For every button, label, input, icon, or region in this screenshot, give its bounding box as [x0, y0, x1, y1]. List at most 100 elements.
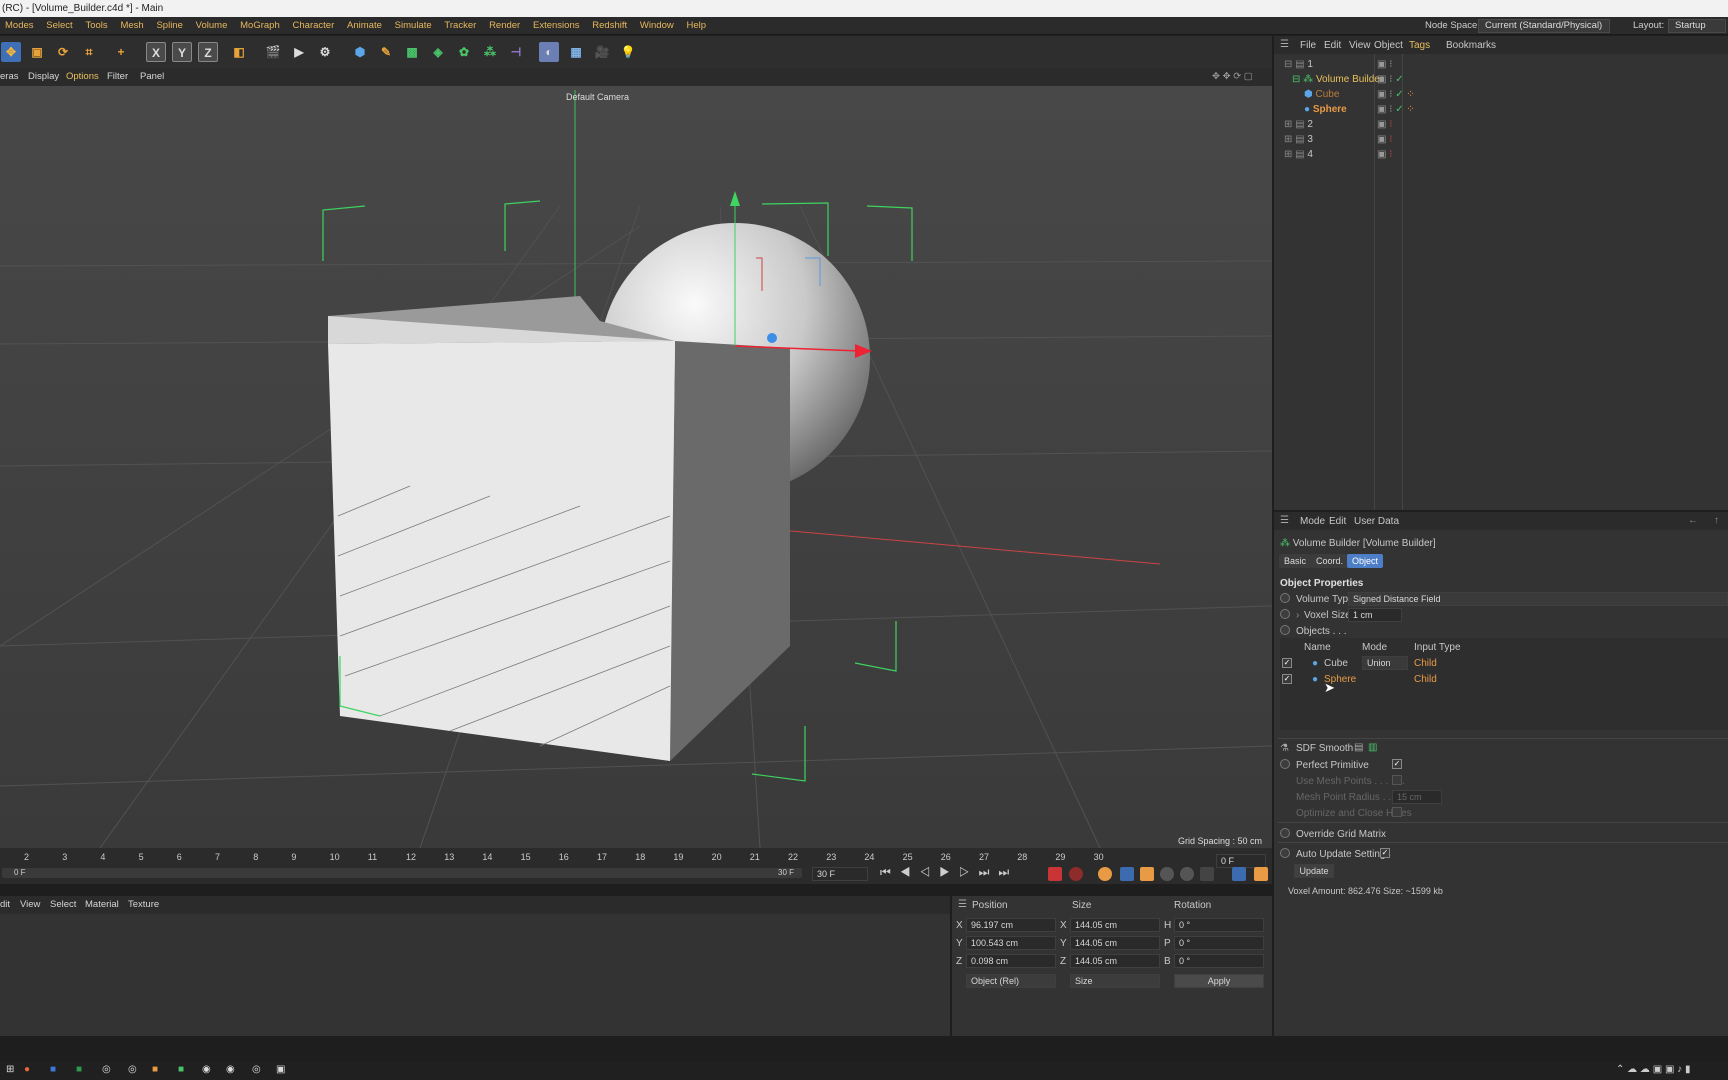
menu-extensions[interactable]: Extensions — [528, 17, 584, 35]
viewport-nav-icons[interactable]: ✥ ✥ ⟳ ▢ — [1212, 71, 1253, 82]
rotate-tool-icon[interactable]: ⟳ — [53, 42, 73, 62]
rot-b-field[interactable]: 0 ° — [1174, 954, 1264, 968]
excel-icon[interactable]: ■ — [76, 1064, 82, 1075]
cube-enabled-checkbox[interactable]: ✓ — [1282, 658, 1292, 668]
x-axis-lock-button[interactable]: X — [146, 42, 166, 62]
menu-modes[interactable]: Modes — [0, 17, 39, 35]
layout-select[interactable]: Startup — [1668, 19, 1726, 33]
auto-update-checkbox[interactable]: ✓ — [1380, 848, 1390, 858]
visibility-flags-icon[interactable]: ▣ ⁝ — [1377, 119, 1392, 130]
firefox-icon[interactable]: ● — [24, 1064, 30, 1075]
cube-object-icon[interactable]: ⬢ — [350, 42, 370, 62]
tab-coord[interactable]: Coord. — [1311, 554, 1349, 568]
material-menu-select[interactable]: Select — [50, 899, 76, 910]
light-icon[interactable]: 💡 — [618, 42, 638, 62]
coord-size-select[interactable]: Size — [1070, 974, 1160, 988]
object-row-layer-2[interactable]: ⊞ ▤ 2 — [1284, 119, 1313, 130]
timeline-tool-icon[interactable] — [1232, 867, 1246, 881]
back-arrow-icon[interactable]: ← — [1688, 515, 1698, 526]
visibility-flags-icon[interactable]: ▣ ⁝ ✓ — [1377, 74, 1404, 85]
viewport-menu-filter[interactable]: Filter — [107, 71, 128, 82]
update-button[interactable]: Update — [1294, 864, 1334, 878]
optimize-close-holes-checkbox[interactable] — [1392, 807, 1402, 817]
app-icon[interactable]: ■ — [178, 1064, 184, 1075]
om-menu-file[interactable]: File — [1300, 40, 1316, 51]
material-menu-view[interactable]: View — [20, 899, 40, 910]
visibility-flags-icon[interactable]: ▣ ⁝ ✓ ⁘ — [1377, 104, 1415, 115]
app-icon[interactable]: ▣ — [276, 1064, 285, 1075]
up-arrow-icon[interactable]: ↑ — [1714, 515, 1719, 526]
material-menu-texture[interactable]: Texture — [128, 899, 159, 910]
om-menu-bookmarks[interactable]: Bookmarks — [1446, 40, 1496, 51]
menu-character[interactable]: Character — [288, 17, 340, 35]
pen-spline-icon[interactable]: ✎ — [376, 42, 396, 62]
object-row-sphere[interactable]: ● Sphere — [1304, 104, 1347, 115]
coordinate-system-icon[interactable]: ◧ — [229, 42, 249, 62]
pos-x-field[interactable]: 96.197 cm — [966, 918, 1056, 932]
animate-auto-update-icon[interactable] — [1280, 848, 1290, 858]
render-picture-viewer-icon[interactable]: ▶ — [289, 42, 309, 62]
visibility-flags-icon[interactable]: ▣ ⁝ — [1377, 149, 1392, 160]
z-axis-lock-button[interactable]: Z — [198, 42, 218, 62]
app-icon[interactable]: ◉ — [202, 1064, 211, 1075]
visibility-flags-icon[interactable]: ▣ ⁝ ✓ ⁘ — [1377, 89, 1415, 100]
camera-icon[interactable]: 🎥 — [592, 42, 612, 62]
apply-button[interactable]: Apply — [1174, 974, 1264, 988]
visibility-flags-icon[interactable]: ▣ ⁝ — [1377, 59, 1392, 70]
object-row-volume-builder[interactable]: ⊟ ⁂ Volume Builder — [1292, 74, 1383, 85]
om-menu-object[interactable]: Object — [1374, 40, 1403, 51]
material-menu-material[interactable]: Material — [85, 899, 119, 910]
menu-redshift[interactable]: Redshift — [587, 17, 632, 35]
floor-icon[interactable]: ▦ — [566, 42, 586, 62]
material-menu-edit[interactable]: dit — [0, 899, 10, 910]
move-tool-icon[interactable]: ✥ — [1, 42, 21, 62]
key-rotation-icon[interactable] — [1160, 867, 1174, 881]
record-icon[interactable] — [1048, 867, 1062, 881]
volume-type-select[interactable]: Signed Distance Field — [1348, 592, 1728, 606]
3d-viewport[interactable]: Default Camera Grid Spacing : 50 cm — [0, 86, 1272, 848]
playback-controls[interactable]: ⏮◀◁▶▷⏭⏭ — [880, 865, 1018, 880]
menu-mograph[interactable]: MoGraph — [235, 17, 285, 35]
key-parameter-icon[interactable] — [1180, 867, 1194, 881]
perfect-primitive-checkbox[interactable]: ✓ — [1392, 759, 1402, 769]
menu-render[interactable]: Render — [484, 17, 525, 35]
animate-objects-icon[interactable] — [1280, 625, 1290, 635]
menu-volume[interactable]: Volume — [191, 17, 233, 35]
viewport-menu-cameras[interactable]: eras — [0, 71, 18, 82]
subdivision-generator-icon[interactable]: ▩ — [402, 42, 422, 62]
sdf-smooth-label[interactable]: SDF Smooth — [1296, 743, 1353, 754]
voxel-size-expand-icon[interactable]: › — [1296, 610, 1299, 621]
menu-mesh[interactable]: Mesh — [115, 17, 148, 35]
am-menu-mode[interactable]: Mode — [1300, 516, 1325, 527]
menu-spline[interactable]: Spline — [151, 17, 187, 35]
object-row-layer-4[interactable]: ⊞ ▤ 4 — [1284, 149, 1313, 160]
coord-mode-select[interactable]: Object (Rel) — [966, 974, 1056, 988]
om-menu-view[interactable]: View — [1349, 40, 1371, 51]
scale-tool-icon[interactable]: ▣ — [27, 42, 47, 62]
render-settings-icon[interactable]: ⚙ — [315, 42, 335, 62]
render-view-icon[interactable]: 🎬 — [263, 42, 283, 62]
cube-mode-select[interactable]: Union — [1362, 656, 1408, 670]
layer-icon[interactable]: ▤ — [1354, 742, 1363, 753]
am-menu-edit[interactable]: Edit — [1329, 516, 1346, 527]
mesh-point-radius-field[interactable]: 15 cm — [1392, 790, 1442, 804]
cinema4d-icon[interactable]: ◉ — [226, 1064, 235, 1075]
object-row-cube[interactable]: ⬢ Cube — [1304, 89, 1339, 100]
animate-volume-type-icon[interactable] — [1280, 593, 1290, 603]
menu-select[interactable]: Select — [41, 17, 77, 35]
object-row-layer-3[interactable]: ⊞ ▤ 3 — [1284, 134, 1313, 145]
live-select-icon[interactable]: + — [111, 42, 131, 62]
animate-perfect-primitive-icon[interactable] — [1280, 759, 1290, 769]
menu-tools[interactable]: Tools — [80, 17, 112, 35]
layer-green-icon[interactable]: ▥ — [1368, 742, 1377, 753]
windows-start-icon[interactable]: ⊞ — [6, 1064, 14, 1075]
menu-tracker[interactable]: Tracker — [439, 17, 481, 35]
illustrator-icon[interactable]: ■ — [152, 1064, 158, 1075]
sphere-enabled-checkbox[interactable]: ✓ — [1282, 674, 1292, 684]
voxel-size-field[interactable]: 1 cm — [1348, 608, 1402, 622]
recent-tools-icon[interactable]: ⌗ — [79, 42, 99, 62]
list-item-cube-name[interactable]: Cube — [1324, 658, 1348, 669]
key-position-icon[interactable] — [1120, 867, 1134, 881]
timeline-ruler[interactable]: 2 3 4 5 6 7 8 9 10 11 12 13 14 15 16 17 18 19 20 21 22 23 24 25… — [0, 848, 1220, 862]
volume-builder-icon[interactable]: ⁂ — [480, 42, 500, 62]
